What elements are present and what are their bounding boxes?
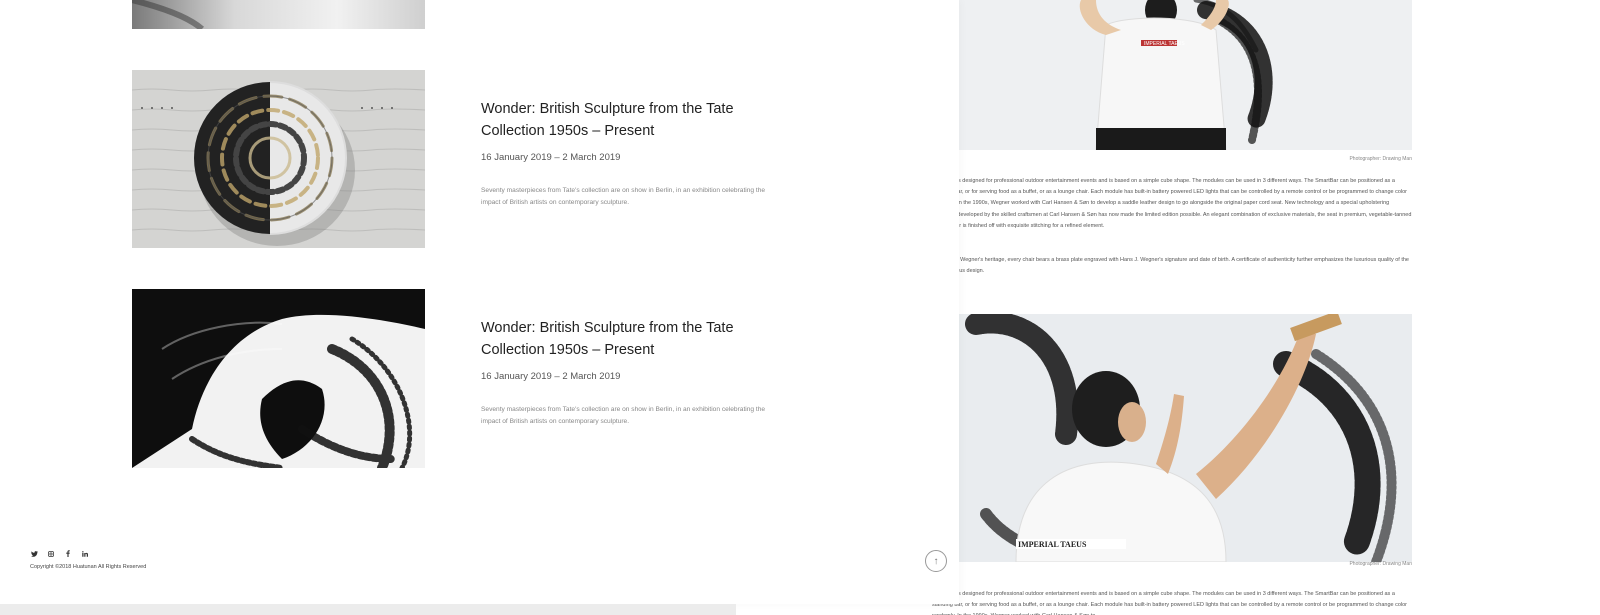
event-description: Seventy masterpieces from Tate's collect… xyxy=(481,406,766,425)
back-to-top-button[interactable]: ↑ xyxy=(925,550,947,572)
article-photo-top: IMPERIAL TAEUS xyxy=(956,0,1412,150)
photo-caption-1: Photographer: Drawing Man xyxy=(1349,156,1412,162)
arrow-up-icon: ↑ xyxy=(933,555,939,567)
event-thumbnail[interactable] xyxy=(132,289,425,468)
twitter-icon[interactable] xyxy=(30,550,38,559)
instagram-icon[interactable] xyxy=(47,550,55,559)
background-article-panel: IMPERIAL TAEUS Photographer: Drawing Man… xyxy=(932,0,1600,615)
article-photo-bottom: IMPERIAL TAEUS xyxy=(956,314,1412,562)
facebook-icon[interactable] xyxy=(64,550,72,559)
copyright-text: Copyright ©2018 Huatunan All Rights Rese… xyxy=(30,564,147,570)
event-date: 16 January 2019 – 2 March 2019 xyxy=(481,371,621,382)
event-description: Seventy masterpieces from Tate's collect… xyxy=(481,187,766,206)
event-title[interactable]: Wonder: British Sculpture from the Tate … xyxy=(481,318,781,361)
event-list-panel: Wonder: British Sculpture from the Tate … xyxy=(0,0,959,604)
event-date: 16 January 2019 – 2 March 2019 xyxy=(481,152,621,163)
event-title[interactable]: Wonder: British Sculpture from the Tate … xyxy=(481,99,781,142)
article-paragraph-1: SmartBar is designed for professional ou… xyxy=(932,178,1412,229)
event-thumbnail-partial[interactable] xyxy=(132,0,425,29)
social-links xyxy=(30,550,89,559)
horizontal-scrollbar-track[interactable] xyxy=(0,604,736,615)
photo-caption-2: Photographer: Drawing Man xyxy=(1349,561,1412,567)
article-paragraph-3: SmartBar is designed for professional ou… xyxy=(932,591,1408,615)
shirt-logo-text: IMPERIAL TAEUS xyxy=(1144,41,1185,47)
article-paragraph-2: Cementing Wegner's heritage, every chair… xyxy=(932,257,1409,275)
linkedin-icon[interactable] xyxy=(81,550,89,559)
shirt-logo-text-2: IMPERIAL TAEUS xyxy=(1018,540,1087,549)
event-thumbnail[interactable] xyxy=(132,70,425,248)
